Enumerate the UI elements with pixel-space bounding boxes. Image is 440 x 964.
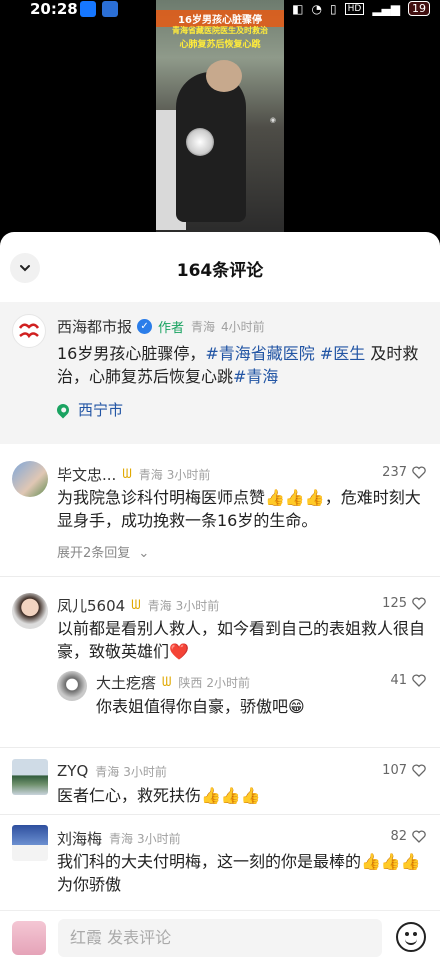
expand-replies-button[interactable]: 展开2条回复 ⌄ [57, 542, 149, 561]
comment-count-title: 164条评论 [176, 261, 264, 281]
video-watermark-logo: ◉ [269, 116, 276, 124]
app-notification-icon [102, 1, 118, 17]
avatar[interactable] [57, 671, 87, 701]
like-button[interactable]: 125 [382, 596, 426, 611]
battery-icon: 19 [408, 1, 430, 16]
hd-icon: HD [344, 2, 365, 15]
commenter-name[interactable]: ZYQ [57, 762, 88, 780]
video-person-head [206, 60, 242, 92]
comment-item: 毕文忠... ᗯ 青海 3小时前 237 为我院急诊科付明梅医师点赞👍👍👍，危难… [0, 444, 440, 577]
avatar[interactable] [12, 825, 48, 861]
hashtag-link[interactable]: #医生 [320, 344, 365, 363]
avatar[interactable] [12, 461, 48, 497]
vibrate-icon: ▯ [330, 1, 337, 16]
like-button[interactable]: 82 [390, 829, 426, 844]
video-player[interactable]: 16岁男孩心脏骤停 青海省藏医院医生及时救治 心肺复苏后恢复心跳 ◉ [156, 0, 284, 232]
commenter-name[interactable]: 毕文忠... [57, 464, 116, 485]
post-text: 16岁男孩心脏骤停，#青海省藏医院 #医生 及时救治，心肺复苏后恢复心跳#青海 [57, 342, 427, 388]
comment-sheet: 164条评论 西海都市报 ✓ 作者 青海 4小时前 16岁男孩心脏骤停，#青海省… [0, 232, 440, 964]
signal-icon: ▂▄▆ [372, 1, 400, 16]
post-meta: 西海都市报 ✓ 作者 青海 4小时前 [57, 316, 265, 337]
comment-text: 为我院急诊科付明梅医师点赞👍👍👍，危难时刻大显身手，成功挽救一条16岁的生命。 [57, 488, 421, 530]
comment-meta: 刘海梅 青海 3小时前 [57, 828, 181, 849]
avatar[interactable] [12, 593, 48, 629]
video-caption: 心肺复苏后恢复心跳 [179, 40, 261, 50]
location-pin-icon [54, 401, 72, 418]
comment-text: 我们科的大夫付明梅，这一刻的你是最棒的👍👍👍为你骄傲 [57, 852, 421, 894]
avatar[interactable] [12, 314, 46, 348]
comment-time: 3小时前 [175, 599, 220, 613]
comment-location: 青海 [95, 764, 120, 779]
comment-time: 3小时前 [137, 832, 181, 846]
like-count: 237 [382, 465, 407, 480]
like-button[interactable]: 41 [390, 673, 426, 688]
nfc-icon: ◧ [292, 1, 304, 16]
comment-location: 青海 [138, 468, 163, 482]
author-name[interactable]: 西海都市报 [57, 316, 132, 337]
emoji-mouth [405, 938, 417, 945]
comment-time: 3小时前 [166, 468, 211, 482]
like-count: 107 [382, 763, 407, 778]
avatar[interactable] [12, 921, 46, 955]
post-text-segment: 16岁男孩心脏骤停， [57, 344, 206, 363]
comment-item: 凤儿5604 ᗯ 青海 3小时前 125 以前都是看别人救人，如今看到自己的表姐… [0, 577, 440, 748]
comment-list: 毕文忠... ᗯ 青海 3小时前 237 为我院急诊科付明梅医师点赞👍👍👍，危难… [0, 444, 440, 895]
commenter-name[interactable]: 凤儿5604 [57, 595, 125, 616]
comment-text: 医者仁心，救死扶伤👍👍👍 [57, 786, 261, 805]
commenter-name[interactable]: 大土疙瘩 [96, 672, 156, 693]
publisher-logo [15, 317, 43, 345]
heart-icon [412, 674, 426, 687]
status-icons: ◧ ◔ ▯ HD ▂▄▆ 19 [292, 1, 430, 16]
alarm-icon: ◔ [311, 1, 322, 16]
video-caption: 青海省藏医院医生及时救治 [172, 26, 268, 35]
comment-text: 以前都是看别人救人，如今看到自己的表姐救人很自豪，致敬英雄们❤️ [57, 619, 426, 661]
heart-icon [412, 764, 426, 777]
sheet-header: 164条评论 [0, 232, 440, 302]
original-post: 西海都市报 ✓ 作者 青海 4小时前 16岁男孩心脏骤停，#青海省藏医院 #医生… [0, 302, 440, 444]
video-blur [186, 128, 214, 156]
status-time: 20:28 [30, 0, 78, 18]
reply-meta: 大土疙瘩 ᗯ 陕西 2小时前 [96, 672, 250, 693]
comment-time: 3小时前 [123, 764, 167, 779]
comment-input[interactable]: 红霞 发表评论 [58, 919, 382, 957]
post-location: 青海 [191, 320, 216, 334]
author-tag: 作者 [158, 321, 185, 336]
comment-location: 青海 [109, 832, 134, 846]
fan-badge-icon: ᗯ [162, 675, 172, 690]
comment-meta: ZYQ 青海 3小时前 [57, 762, 167, 780]
chevron-down-icon: ⌄ [138, 546, 150, 561]
heart-icon [412, 466, 426, 479]
verified-icon: ✓ [137, 319, 153, 334]
fan-badge-icon: ᗯ [122, 467, 132, 482]
like-button[interactable]: 107 [382, 763, 426, 778]
emoji-icon[interactable] [396, 922, 426, 952]
hashtag-link[interactable]: #青海省藏医院 [205, 344, 314, 363]
fan-badge-icon: ᗯ [131, 598, 141, 613]
location-link[interactable]: 西宁市 [54, 399, 124, 420]
comment-meta: 凤儿5604 ᗯ 青海 3小时前 [57, 595, 219, 616]
like-count: 125 [382, 596, 407, 611]
avatar[interactable] [12, 759, 48, 795]
heart-icon [412, 830, 426, 843]
hashtag-link[interactable]: #青海 [233, 367, 278, 386]
like-count: 41 [390, 673, 407, 688]
post-time: 4小时前 [221, 320, 265, 334]
alipay-icon [80, 1, 96, 17]
comment-item: 刘海梅 青海 3小时前 82 我们科的大夫付明梅，这一刻的你是最棒的👍👍👍为你骄… [0, 815, 440, 895]
location-name: 西宁市 [78, 401, 124, 419]
commenter-name[interactable]: 刘海梅 [57, 828, 102, 849]
expand-replies-label: 展开2条回复 [57, 546, 131, 561]
comment-location: 青海 [147, 599, 172, 613]
like-button[interactable]: 237 [382, 465, 426, 480]
heart-icon [412, 597, 426, 610]
comment-time: 2小时前 [206, 676, 251, 690]
reply-text: 你表姐值得你自豪，骄傲吧😁 [96, 697, 305, 716]
comment-input-bar: 红霞 发表评论 [0, 910, 440, 964]
comment-location: 陕西 [178, 676, 203, 690]
like-count: 82 [390, 829, 407, 844]
comment-item: ZYQ 青海 3小时前 107 医者仁心，救死扶伤👍👍👍 [0, 748, 440, 815]
comment-meta: 毕文忠... ᗯ 青海 3小时前 [57, 464, 210, 485]
